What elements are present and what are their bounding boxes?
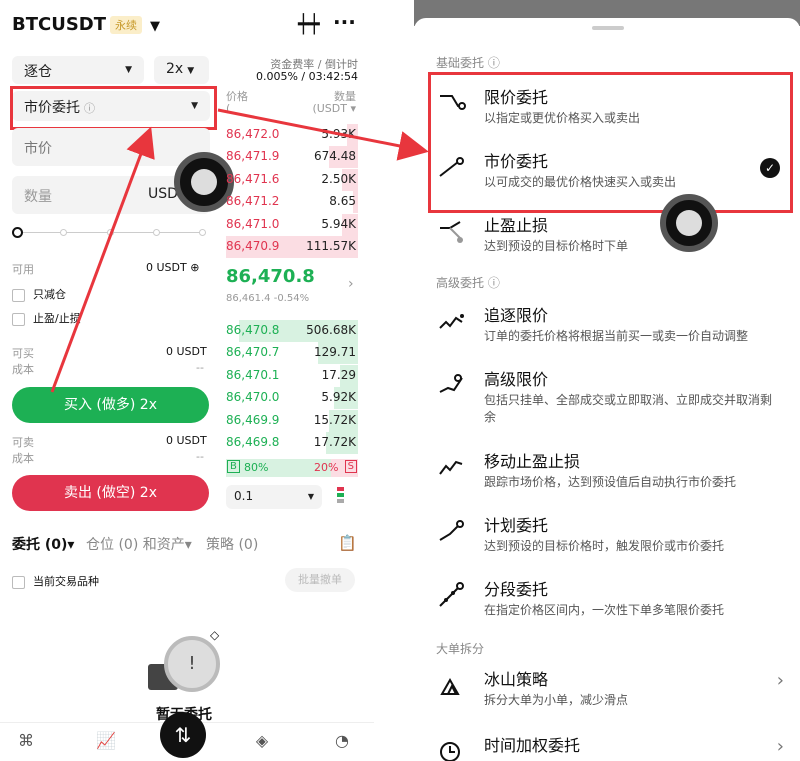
arrow-right xyxy=(217,108,429,161)
arrow-up xyxy=(50,126,155,393)
annotation-arrows xyxy=(50,108,429,393)
